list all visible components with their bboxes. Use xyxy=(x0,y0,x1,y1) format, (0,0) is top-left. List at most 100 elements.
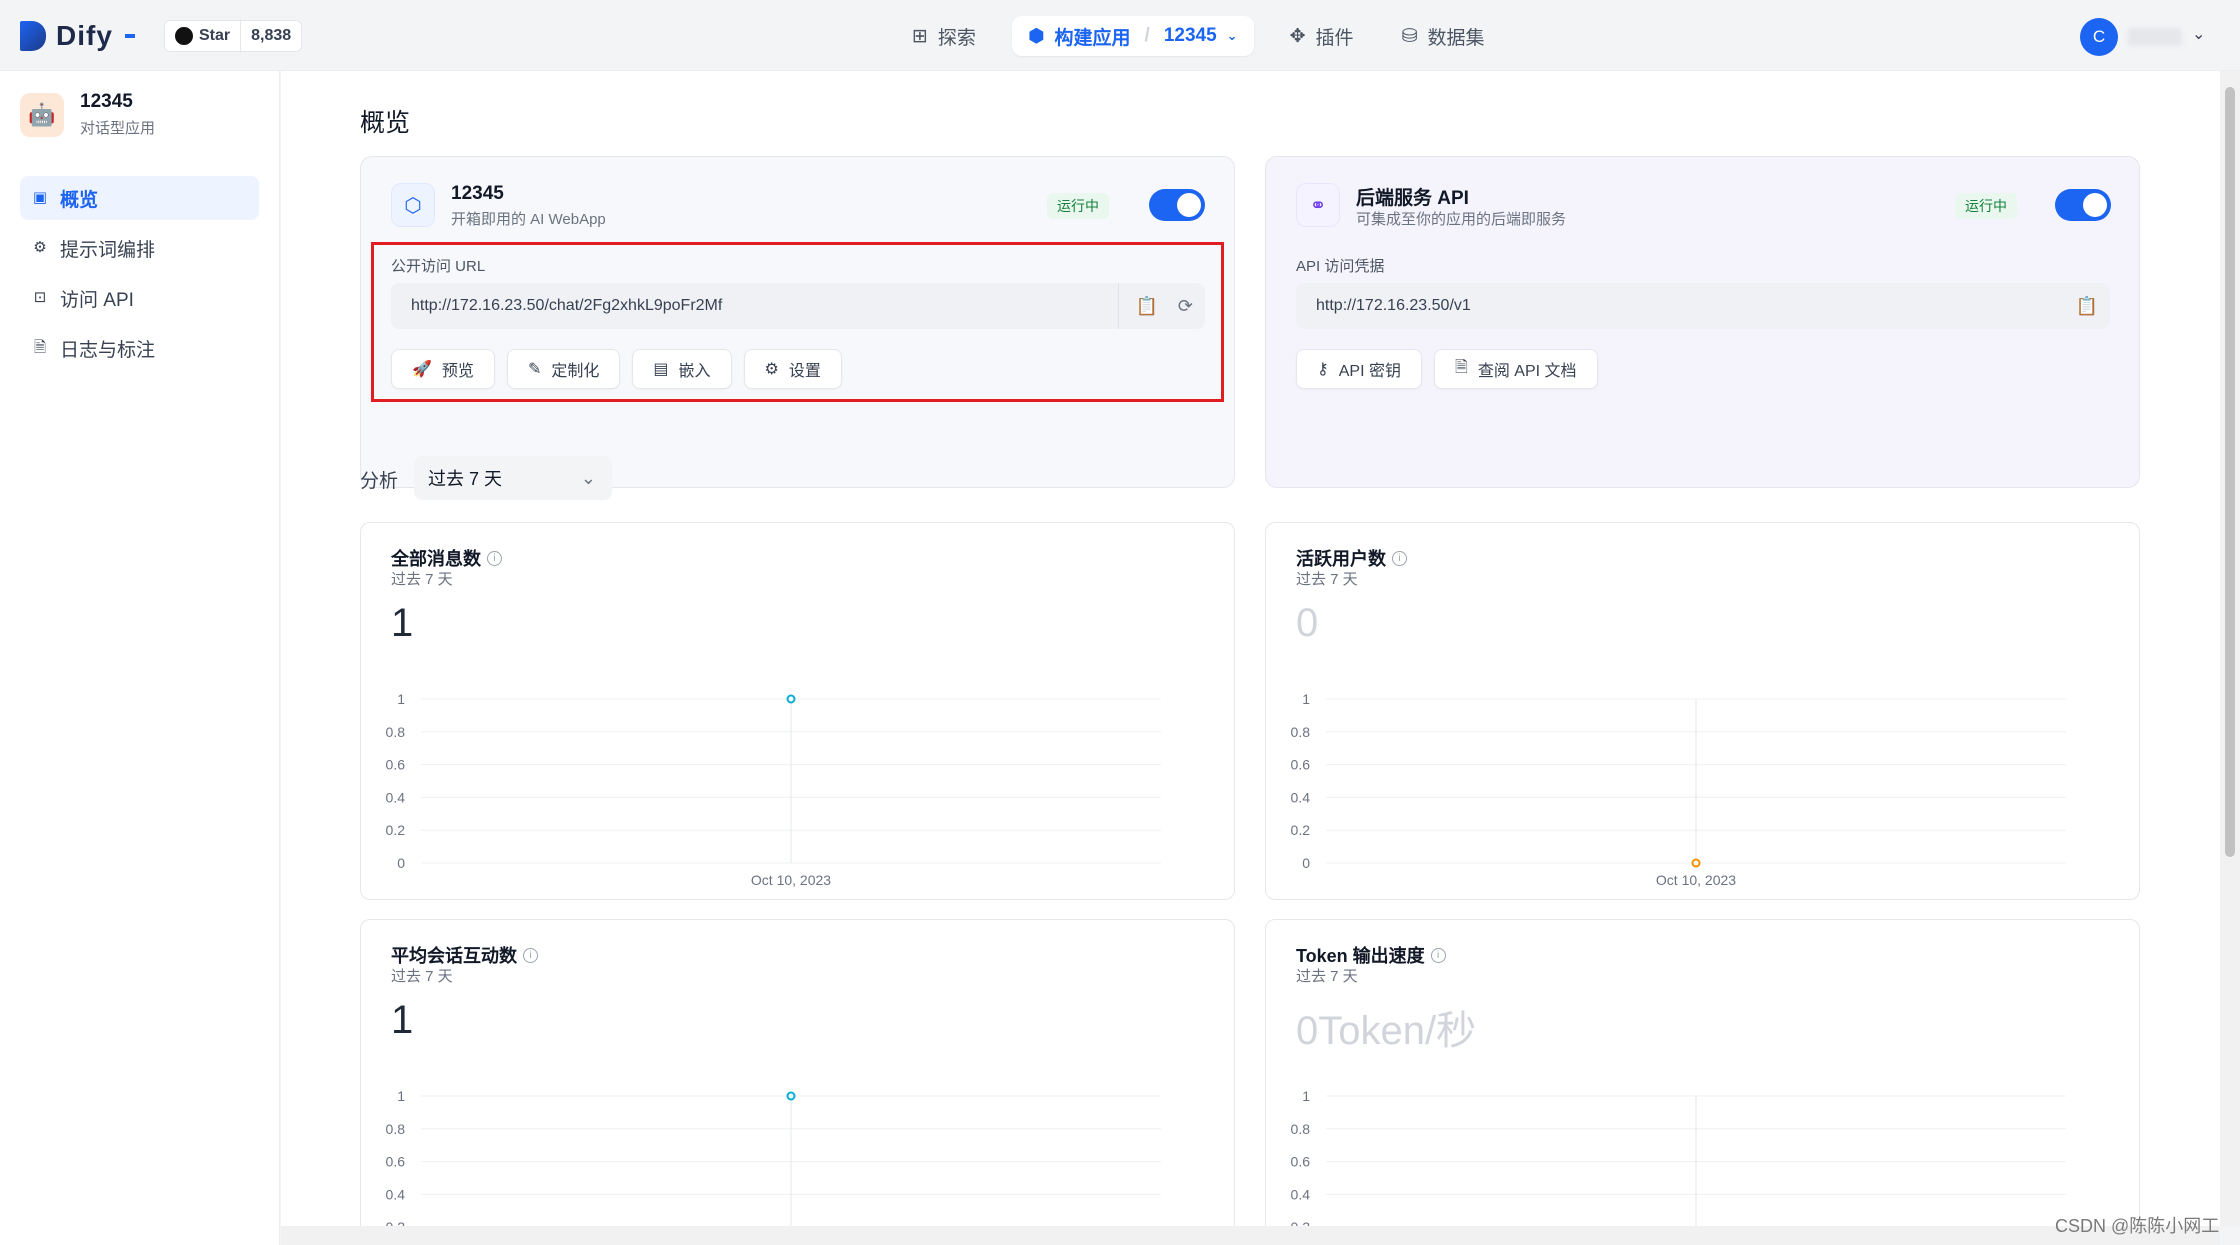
api-title: 后端服务 API xyxy=(1356,188,1469,209)
nav-build-apps[interactable]: ⬢ 构建应用 / 12345 ⌄ xyxy=(1011,16,1254,56)
current-app-selector[interactable]: 12345 xyxy=(1164,25,1217,47)
dify-logo[interactable]: Dify xyxy=(20,20,135,52)
app-type: 对话型应用 xyxy=(80,120,156,137)
chevron-down-icon: ⌄ xyxy=(580,467,596,488)
y-tick-label: 0.4 xyxy=(386,789,406,805)
y-tick-label: 0.4 xyxy=(1291,789,1311,805)
customize-button[interactable]: ✎ 定制化 xyxy=(506,349,621,389)
webapp-card: ⬡ 12345 开箱即用的 AI WebApp 运行中 公开访问 URL htt… xyxy=(360,156,1235,488)
nav-datasets-label: 数据集 xyxy=(1427,27,1485,49)
api-key-button[interactable]: ⚷ API 密钥 xyxy=(1296,349,1422,389)
api-docs-button[interactable]: 🗎 查阅 API 文档 xyxy=(1433,349,1598,389)
grid-icon: ⊞ xyxy=(912,25,928,47)
y-tick-label: 0.6 xyxy=(386,1154,406,1170)
top-bar: Dify Star 8,838 ⊞ 探索 ⬢ 构建应用 / 12345 ⌄ ✥ … xyxy=(0,0,2240,71)
embed-button[interactable]: ▤ 嵌入 xyxy=(632,349,732,389)
active-users-chart: 1 0.8 0.6 0.4 0.2 0 Oct 10, 2023 xyxy=(1291,691,2066,888)
nav-datasets[interactable]: ⛁ 数据集 xyxy=(1390,16,1497,56)
x-tick-label: Oct 10, 2023 xyxy=(751,872,831,888)
nav-explore-label: 探索 xyxy=(937,27,976,49)
logo-dot xyxy=(124,34,135,38)
sidebar-item-label: 概览 xyxy=(60,189,99,211)
copy-icon[interactable]: 📋 xyxy=(1135,296,1157,317)
info-icon[interactable]: i xyxy=(1392,550,1407,566)
nav-separator: / xyxy=(1144,25,1150,46)
vertical-scrollbar[interactable] xyxy=(2220,71,2240,1226)
sidebar-menu: ▣ 概览 ⚙ 提示词编排 ⊡ 访问 API 🗎 日志与标注 xyxy=(20,176,259,376)
scrollbar-thumb[interactable] xyxy=(2225,87,2235,857)
api-url-value: http://172.16.23.50/v1 xyxy=(1316,297,1471,314)
user-name-blurred[interactable] xyxy=(2128,28,2182,46)
settings-button[interactable]: ⚙ 设置 xyxy=(743,349,842,389)
time-range-select[interactable]: 过去 7 天 ⌄ xyxy=(414,456,612,500)
nav-plugins[interactable]: ✥ 插件 xyxy=(1278,16,1366,56)
main-content: 概览 ⬡ 12345 开箱即用的 AI WebApp 运行中 公开访问 URL … xyxy=(281,71,2220,1226)
copy-icon[interactable]: 📋 xyxy=(2076,296,2098,317)
api-actions: ⚷ API 密钥 🗎 查阅 API 文档 xyxy=(1296,349,1598,389)
main-nav: ⊞ 探索 ⬢ 构建应用 / 12345 ⌄ ✥ 插件 ⛁ 数据集 xyxy=(900,16,1496,56)
page-title: 概览 xyxy=(360,109,411,137)
github-star-count: 8,838 xyxy=(251,27,292,44)
url-tools: 📋 xyxy=(2060,283,2098,329)
y-tick-label: 0.6 xyxy=(1291,757,1311,773)
key-icon: ⚷ xyxy=(1317,361,1329,378)
github-icon xyxy=(175,27,193,45)
info-icon[interactable]: i xyxy=(487,550,502,566)
y-tick-label: 0.2 xyxy=(386,1219,406,1226)
nav-explore[interactable]: ⊞ 探索 xyxy=(900,16,988,56)
nav-build-label: 构建应用 xyxy=(1054,27,1131,49)
stat-value: 1 xyxy=(391,601,414,645)
stat-value: 1 xyxy=(391,998,414,1042)
webapp-actions: 🚀 预览 ✎ 定制化 ▤ 嵌入 ⚙ 设置 xyxy=(391,349,842,389)
y-tick-label: 0.8 xyxy=(1291,1121,1311,1137)
info-icon[interactable]: i xyxy=(1430,947,1446,963)
document-icon: 🗎 xyxy=(1454,358,1468,376)
puzzle-icon: ✥ xyxy=(1289,25,1306,47)
y-tick-label: 1 xyxy=(1302,691,1310,707)
api-url-field[interactable]: http://172.16.23.50/v1 📋 xyxy=(1296,283,2110,329)
horizontal-scrollbar[interactable] xyxy=(281,1226,2220,1245)
github-star-button[interactable]: Star xyxy=(165,21,242,51)
y-tick-label: 0.6 xyxy=(1291,1154,1311,1170)
stat-card-total-messages: 全部消息数 i 过去 7 天 1 1 0.8 0.6 0.4 0.2 0 Oct 10, 20… xyxy=(360,522,1235,900)
y-tick-label: 0.2 xyxy=(1291,1219,1311,1226)
api-toggle[interactable] xyxy=(2055,189,2111,221)
brand-name: Dify xyxy=(56,20,113,51)
stat-value: 0 xyxy=(1296,601,1319,645)
time-range-value: 过去 7 天 xyxy=(428,469,503,489)
database-icon: ⛁ xyxy=(1401,25,1418,47)
y-tick-label: 0.2 xyxy=(1291,822,1311,838)
y-tick-label: 0 xyxy=(397,855,405,871)
settings-label: 设置 xyxy=(788,363,821,380)
info-icon[interactable]: i xyxy=(523,947,538,963)
y-tick-label: 0.2 xyxy=(386,822,406,838)
terminal-icon: ⊡ xyxy=(33,289,47,306)
nav-plugins-label: 插件 xyxy=(1315,27,1354,49)
github-star-widget[interactable]: Star 8,838 xyxy=(164,20,303,52)
public-url-field[interactable]: http://172.16.23.50/chat/2Fg2xhkL9poFr2M… xyxy=(391,283,1205,329)
embed-label: 嵌入 xyxy=(678,363,711,380)
y-tick-label: 0.4 xyxy=(1291,1186,1311,1202)
public-url-label: 公开访问 URL xyxy=(391,258,486,275)
stat-card-active-users: 活跃用户数 i 过去 7 天 0 1 0.8 0.6 0.4 0.2 0 Oct 10, 20… xyxy=(1265,522,2140,900)
webapp-toggle[interactable] xyxy=(1149,189,1205,221)
sidebar-item-overview[interactable]: ▣ 概览 xyxy=(20,176,259,220)
sidebar-item-logs[interactable]: 🗎 日志与标注 xyxy=(20,326,259,370)
brush-icon: ✎ xyxy=(527,361,542,378)
status-badge: 运行中 xyxy=(1047,193,1109,219)
user-avatar[interactable]: C xyxy=(2080,18,2118,56)
stat-subtitle: 过去 7 天 xyxy=(391,968,453,985)
public-url-value: http://172.16.23.50/chat/2Fg2xhkL9poFr2M… xyxy=(411,297,723,314)
stat-subtitle: 过去 7 天 xyxy=(1296,571,1358,588)
status-badge: 运行中 xyxy=(1955,193,2017,219)
gear-icon: ⚙ xyxy=(33,239,47,256)
refresh-icon[interactable]: ⟳ xyxy=(1178,296,1193,317)
preview-button[interactable]: 🚀 预览 xyxy=(391,349,495,389)
api-card: ⚭ 后端服务 API 可集成至你的应用的后端即服务 运行中 API 访问凭据 h… xyxy=(1265,156,2140,488)
sidebar-item-api[interactable]: ⊡ 访问 API xyxy=(20,276,259,320)
stat-subtitle: 过去 7 天 xyxy=(391,571,453,588)
cube-icon: ⬢ xyxy=(1027,25,1045,47)
sidebar-item-prompt[interactable]: ⚙ 提示词编排 xyxy=(20,226,259,270)
chevron-down-icon[interactable]: ⌄ xyxy=(2192,24,2205,44)
y-tick-label: 0.8 xyxy=(386,724,406,740)
